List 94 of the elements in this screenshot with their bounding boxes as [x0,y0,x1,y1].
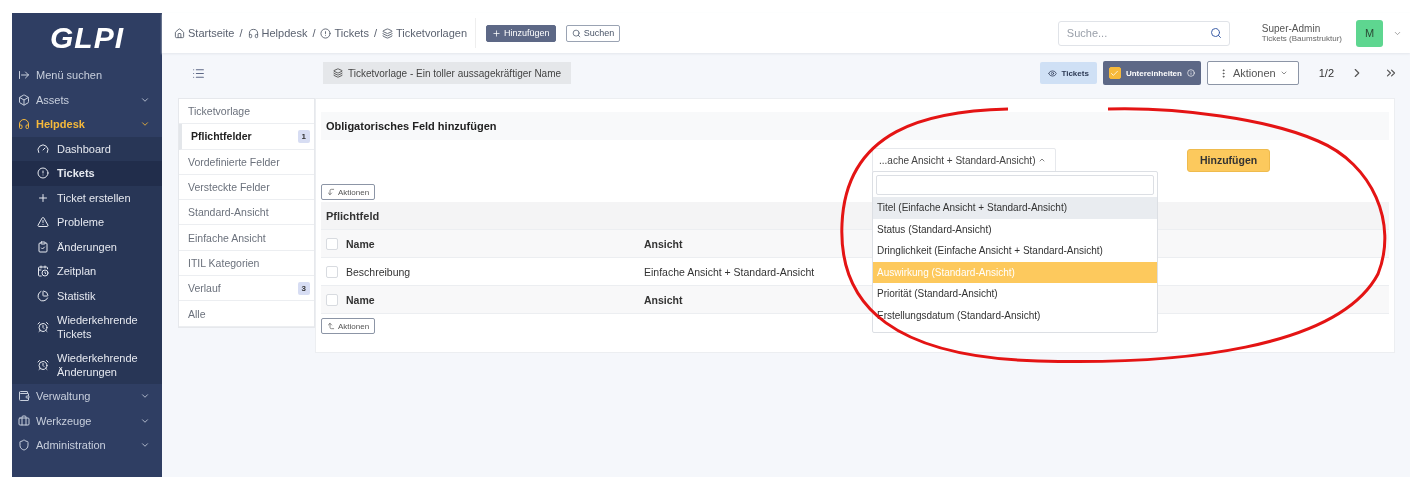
submenu-item[interactable]: Änderungen [12,234,162,259]
plus-icon [492,28,502,38]
table-cell-text: Beschreibung [346,265,412,278]
headset-icon [247,27,259,39]
row-checkbox[interactable] [326,265,338,278]
home-icon [174,27,185,39]
alert-circle-icon [320,27,332,39]
section-title: Obligatorisches Feld hinzufügen [321,112,1389,140]
headset-icon [18,118,30,131]
tab[interactable]: Ticketvorlage [179,99,314,125]
breadcrumb-link[interactable]: Helpdesk [247,27,308,39]
column-header: Name [346,237,376,250]
breadcrumb-separator: / [239,27,243,39]
search-field[interactable]: Suche... [1057,20,1230,46]
column-header: Name [346,293,376,306]
user-avatar[interactable]: M [1356,19,1383,47]
check-icon [1110,68,1120,78]
select-all-checkbox[interactable] [326,293,338,306]
submenu-item[interactable]: Wiederkehrende Tickets [12,308,162,346]
subentities-toggle[interactable]: Untereinheiten [1102,61,1201,85]
field-select[interactable]: ...ache Ansicht + Standard-Ansicht) [872,147,1056,173]
tab[interactable]: Standard-Ansicht [179,200,314,226]
sidebar-item[interactable]: Administration [12,433,162,458]
layers-icon [381,27,393,39]
tab[interactable]: Alle [179,301,314,327]
pie-chart-icon [37,289,49,302]
select-all-checkbox[interactable] [326,237,338,250]
entity-badge: Tickets [1040,62,1097,84]
add-field-button[interactable]: Hinzufügen [1187,148,1271,172]
add-button[interactable]: Hinzufügen [486,24,556,42]
breadcrumb-link[interactable]: Startseite [174,27,235,39]
pager-text: 1/2 [1318,67,1334,79]
submenu-item[interactable]: Tickets [12,161,162,186]
corner-arrow-icon [327,322,335,330]
tab[interactable]: ITIL Kategorien [179,250,314,277]
actions-button[interactable]: Aktionen [1206,61,1299,85]
alert-circle-icon [37,167,49,180]
breadcrumb-separator: / [373,27,377,39]
cube-icon [18,93,30,106]
submenu-item[interactable]: Wiederkehrende Änderungen [12,346,162,384]
alarm-clock-icon [37,321,49,333]
plus-icon [37,191,49,204]
caret-icon [1279,69,1288,77]
tab[interactable]: Einfache Ansicht [179,225,314,251]
sidebar-item[interactable]: Verwaltung [12,384,162,409]
entity-name: Tickets (Baumstruktur) [1261,34,1342,43]
search-icon [571,28,581,38]
sidebar-item[interactable]: Helpdesk [12,112,162,137]
sidebar-item[interactable]: Menü suchen [12,63,162,88]
dropdown-search-field[interactable] [876,175,1154,195]
breadcrumb-link[interactable]: Tickets [320,27,369,39]
info-icon [1186,69,1195,77]
checkbox[interactable] [1108,67,1121,79]
count-badge: 1 [297,129,310,143]
alarm-clock-icon [37,359,49,371]
layers-icon [333,68,343,78]
dropdown-option[interactable]: Titel (Einfache Ansicht + Standard-Ansicht) [873,197,1157,219]
tab[interactable]: Vordefinierte Felder [179,149,314,175]
actions-button[interactable]: Aktionen [321,184,376,200]
column-header: Ansicht [644,293,683,306]
tab[interactable]: Versteckte Felder [179,174,314,201]
breadcrumb-separator: / [312,27,316,39]
column-header: Ansicht [644,237,683,250]
submenu-item[interactable]: Ticket erstellen [12,185,162,210]
last-button[interactable] [1384,66,1398,80]
item-title: Ticketvorlage - Ein toller aussagekräftiger Name [323,62,572,84]
arrow-icon [18,69,30,82]
corner-arrow-icon [327,188,335,196]
gauge-icon [37,142,49,155]
submenu-item[interactable]: Dashboard [12,136,162,161]
submenu-item[interactable]: Probleme [12,210,162,235]
warning-icon [37,216,49,229]
shield-icon [18,439,30,452]
briefcase-icon [18,414,30,427]
clipboard-icon [37,240,49,253]
actions-button[interactable]: Aktionen [321,318,376,334]
sidebar-item[interactable]: Assets [12,87,162,112]
double-chevron-icon [1384,66,1398,80]
search-button[interactable]: Suchen [565,24,621,42]
sidebar-item[interactable]: Werkzeuge [12,408,162,433]
table-cell: Einfache Ansicht + Standard-Ansicht [644,265,815,278]
user-name: Super-Admin [1261,23,1322,34]
calendar-icon [37,265,49,278]
eye-icon [1048,68,1058,78]
submenu-item[interactable]: Statistik [12,283,162,308]
count-badge: 3 [297,281,310,295]
list-icon[interactable] [192,66,205,80]
logo: GLPI [49,20,125,56]
caret-icon [1038,156,1047,164]
breadcrumb-link[interactable]: Ticketvorlagen [381,27,468,39]
search-icon [1209,26,1222,39]
wallet-icon [18,390,30,403]
submenu-item[interactable]: Zeitplan [12,259,162,284]
tab[interactable]: Verlauf 3 [179,276,314,302]
